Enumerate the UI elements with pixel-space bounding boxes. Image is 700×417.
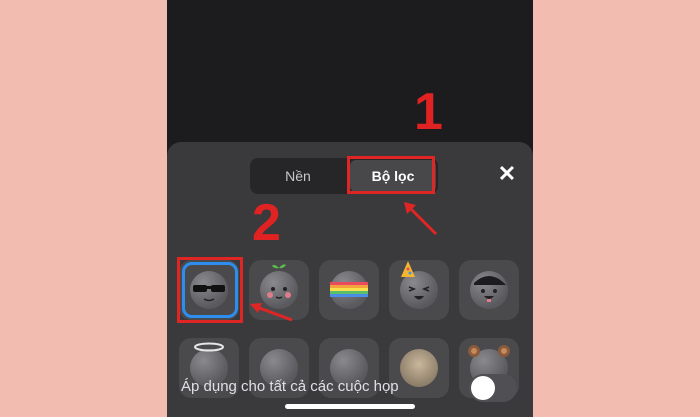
annotation-step-1: 1 xyxy=(414,83,443,141)
filter-cap[interactable] xyxy=(459,260,519,320)
phone-screen: Nền Bộ lọc ✕ Áp dụng cho tất cả các cuộc… xyxy=(167,0,533,417)
sprout-leaf-icon xyxy=(272,264,286,274)
rainbow-filter-icon xyxy=(330,271,368,309)
arrow-to-tab-icon xyxy=(404,202,438,236)
halo-ring-icon xyxy=(194,342,224,352)
highlight-box-tab xyxy=(347,156,435,194)
filter-party-hat[interactable] xyxy=(389,260,449,320)
arrow-to-filter-icon xyxy=(250,303,293,322)
toggle-knob xyxy=(471,376,495,400)
party-hat-icon xyxy=(401,261,415,277)
highlight-box-filter xyxy=(177,257,243,323)
bear-ears-icon xyxy=(468,345,510,357)
tab-background[interactable]: Nền xyxy=(250,158,346,194)
selected-filter-ring xyxy=(182,262,238,318)
apply-all-toggle[interactable] xyxy=(469,374,517,402)
cat-ears-filter-icon xyxy=(400,349,438,387)
close-icon[interactable]: ✕ xyxy=(497,163,517,185)
apply-all-label: Áp dụng cho tất cả các cuộc họp xyxy=(181,378,399,395)
filter-rainbow[interactable] xyxy=(319,260,379,320)
home-indicator xyxy=(285,404,415,409)
cap-filter-icon xyxy=(470,271,508,309)
annotation-step-2: 2 xyxy=(252,194,281,252)
